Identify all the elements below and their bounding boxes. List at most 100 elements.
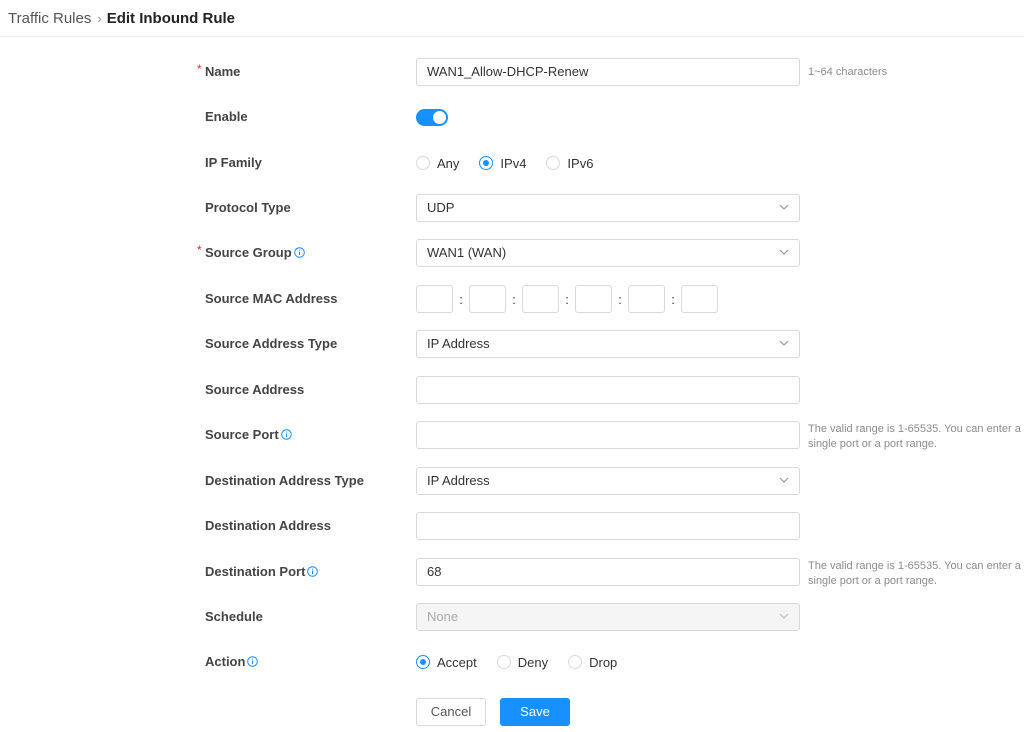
action-label-text: Action bbox=[205, 654, 246, 669]
chevron-down-icon bbox=[779, 477, 789, 483]
mac-octet-input-1[interactable] bbox=[416, 285, 453, 313]
destination-address-type-label: Destination Address Type bbox=[205, 473, 364, 488]
ip-family-radio-group: Any IPv4 IPv6 bbox=[416, 149, 613, 177]
destination-port-hint: The valid range is 1-65535. You can ente… bbox=[808, 560, 1021, 587]
schedule-select: None bbox=[416, 603, 800, 631]
name-label-text: Name bbox=[205, 64, 241, 79]
radio-label: Drop bbox=[589, 654, 618, 670]
chevron-down-icon bbox=[779, 613, 789, 619]
radio-label: IPv4 bbox=[500, 155, 527, 171]
ip-family-row: IP Family Any IPv4 IPv6 bbox=[0, 149, 1024, 177]
chevron-down-icon bbox=[779, 204, 789, 210]
select-value: IP Address bbox=[427, 336, 490, 351]
source-address-row: Source Address bbox=[0, 376, 1024, 404]
action-radio-group: Accept Deny Drop bbox=[416, 648, 637, 676]
radio-checked-icon bbox=[479, 156, 494, 170]
mac-separator: : bbox=[618, 291, 622, 307]
protocol-type-select[interactable]: UDP bbox=[416, 194, 800, 222]
cancel-button[interactable]: Cancel bbox=[416, 698, 486, 726]
enable-toggle[interactable] bbox=[416, 109, 448, 126]
protocol-type-label: Protocol Type bbox=[205, 200, 291, 215]
ip-family-label: IP Family bbox=[205, 155, 262, 170]
source-port-hint: The valid range is 1-65535. You can ente… bbox=[808, 423, 1021, 450]
select-value: IP Address bbox=[427, 473, 490, 488]
source-address-input[interactable] bbox=[416, 376, 800, 404]
source-group-label-text: Source Group bbox=[205, 245, 292, 260]
radio-checked-icon bbox=[416, 655, 430, 669]
select-value: None bbox=[427, 609, 459, 624]
destination-port-input[interactable]: 68 bbox=[416, 558, 800, 586]
ip-family-radio-ipv6[interactable]: IPv6 bbox=[546, 156, 593, 171]
toggle-knob bbox=[433, 111, 446, 124]
destination-port-label: Destination Port bbox=[205, 558, 319, 586]
action-label: Action bbox=[205, 648, 259, 676]
mac-separator: : bbox=[671, 291, 675, 307]
radio-unchecked-icon bbox=[546, 156, 561, 170]
action-radio-drop[interactable]: Drop bbox=[568, 655, 617, 670]
chevron-down-icon bbox=[779, 340, 789, 346]
chevron-down-icon bbox=[779, 249, 789, 255]
source-port-input[interactable] bbox=[416, 421, 800, 449]
schedule-row: Schedule None bbox=[0, 603, 1024, 631]
mac-octet-input-5[interactable] bbox=[628, 285, 665, 313]
source-address-label: Source Address bbox=[205, 382, 305, 397]
source-address-type-label: Source Address Type bbox=[205, 336, 338, 351]
save-button[interactable]: Save bbox=[500, 698, 570, 726]
schedule-label: Schedule bbox=[205, 609, 263, 624]
page-title: Edit Inbound Rule bbox=[106, 9, 236, 27]
breadcrumb-traffic-rules-link[interactable]: Traffic Rules bbox=[8, 10, 91, 27]
destination-port-row: Destination Port 68 The valid range is 1… bbox=[0, 558, 1024, 587]
select-value: UDP bbox=[427, 200, 455, 215]
radio-label: IPv6 bbox=[567, 155, 594, 171]
radio-unchecked-icon bbox=[416, 156, 430, 170]
mac-octet-input-4[interactable] bbox=[575, 285, 612, 313]
info-circle-icon[interactable] bbox=[280, 429, 292, 440]
mac-separator: : bbox=[565, 291, 569, 307]
source-group-select[interactable]: WAN1 (WAN) bbox=[416, 239, 800, 267]
source-group-label: * Source Group bbox=[197, 239, 305, 267]
source-group-row: * Source Group WAN1 (WAN) bbox=[0, 239, 1024, 267]
chevron-right-icon: › bbox=[97, 10, 102, 26]
radio-label: Accept bbox=[437, 654, 477, 670]
name-input[interactable]: WAN1_Allow-DHCP-Renew bbox=[416, 58, 800, 86]
radio-label: Any bbox=[437, 155, 460, 171]
breadcrumb: Traffic Rules › Edit Inbound Rule bbox=[8, 0, 235, 36]
protocol-type-row: Protocol Type UDP bbox=[0, 194, 1024, 222]
mac-octet-input-2[interactable] bbox=[469, 285, 506, 313]
action-radio-deny[interactable]: Deny bbox=[496, 654, 549, 670]
mac-octet-input-3[interactable] bbox=[522, 285, 559, 313]
info-circle-icon[interactable] bbox=[293, 247, 305, 258]
name-row: * Name WAN1_Allow-DHCP-Renew 1~64 charac… bbox=[0, 58, 1024, 86]
destination-address-label: Destination Address bbox=[205, 518, 331, 533]
source-address-type-select[interactable]: IP Address bbox=[416, 330, 800, 358]
enable-row: Enable bbox=[0, 103, 1024, 131]
enable-label: Enable bbox=[205, 109, 248, 124]
info-circle-icon[interactable] bbox=[307, 566, 319, 577]
radio-unchecked-icon bbox=[496, 655, 511, 669]
select-value: WAN1 (WAN) bbox=[427, 245, 507, 260]
mac-octet-input-6[interactable] bbox=[681, 285, 718, 313]
source-address-type-row: Source Address Type IP Address bbox=[0, 330, 1024, 358]
ip-family-radio-ipv4[interactable]: IPv4 bbox=[479, 156, 526, 171]
required-marker: * bbox=[197, 243, 202, 257]
ip-family-radio-any[interactable]: Any bbox=[416, 156, 459, 171]
destination-port-label-text: Destination Port bbox=[205, 564, 306, 579]
mac-separator: : bbox=[512, 291, 516, 307]
source-mac-row: Source MAC Address : : : : : bbox=[0, 285, 1024, 313]
action-radio-accept[interactable]: Accept bbox=[416, 655, 477, 670]
required-marker: * bbox=[197, 62, 202, 76]
name-hint: 1~64 characters bbox=[808, 66, 888, 78]
source-mac-label: Source MAC Address bbox=[205, 291, 338, 306]
destination-address-input[interactable] bbox=[416, 512, 800, 540]
source-mac-inputs: : : : : : bbox=[416, 285, 718, 313]
radio-label: Deny bbox=[517, 654, 549, 670]
action-row: Action Accept Deny Drop bbox=[0, 648, 1024, 676]
source-port-label-text: Source Port bbox=[205, 427, 279, 442]
info-circle-icon[interactable] bbox=[247, 656, 259, 667]
destination-address-row: Destination Address bbox=[0, 512, 1024, 540]
source-port-label: Source Port bbox=[205, 421, 292, 449]
radio-unchecked-icon bbox=[568, 655, 583, 669]
header-divider bbox=[0, 36, 1024, 37]
mac-separator: : bbox=[459, 291, 463, 307]
destination-address-type-select[interactable]: IP Address bbox=[416, 467, 800, 495]
